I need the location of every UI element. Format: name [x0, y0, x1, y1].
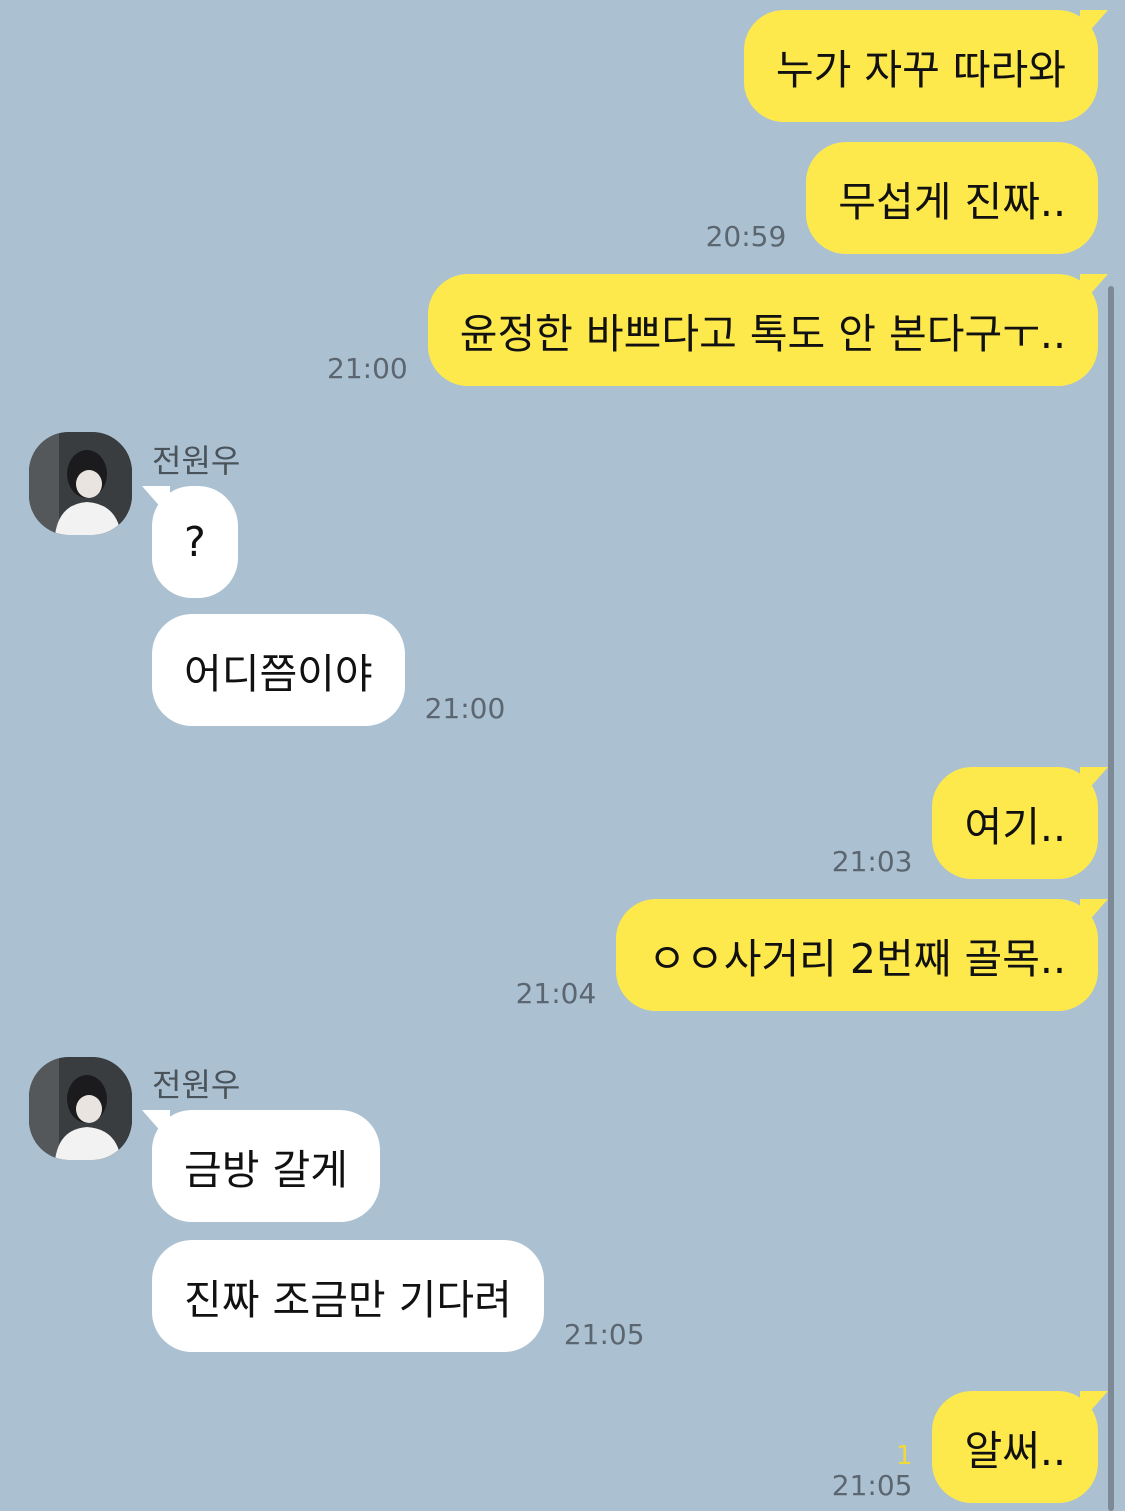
- message-text: 윤정한 바쁘다고 톡도 안 본다구ㅜ..: [459, 310, 1066, 358]
- message-text: 어디쯤이야: [184, 650, 373, 698]
- bubble-tail: [142, 486, 170, 518]
- my-message-bubble[interactable]: 윤정한 바쁘다고 톡도 안 본다구ㅜ..: [427, 274, 1108, 386]
- message-meta: 20:59: [706, 222, 787, 252]
- message-time: 21:00: [327, 352, 408, 385]
- message-time: 21:00: [424, 692, 506, 725]
- message-row: 1 21:05 알써..: [812, 1391, 1108, 1503]
- my-message-bubble[interactable]: 여기..: [932, 767, 1108, 879]
- message-row: 21:00 윤정한 바쁘다고 톡도 안 본다구ㅜ..: [307, 274, 1108, 386]
- bubble-tail: [142, 1110, 170, 1142]
- sender-name: 전원우: [152, 442, 241, 480]
- message-time: 21:04: [515, 977, 597, 1010]
- message-text: 진짜 조금만 기다려: [184, 1276, 512, 1324]
- message-row: 21:04 ㅇㅇ사거리 2번째 골목..: [496, 899, 1108, 1011]
- message-row: 21:03 여기..: [812, 767, 1108, 879]
- message-row: 20:59 무섭게 진짜..: [686, 142, 1098, 254]
- message-time: 21:05: [563, 1318, 645, 1351]
- unread-count: 1: [895, 1441, 913, 1471]
- sender-name: 전원우: [152, 1066, 241, 1104]
- message-text: ?: [184, 518, 206, 566]
- bubble-tail: [1080, 1391, 1108, 1423]
- contact-avatar[interactable]: [29, 1057, 132, 1160]
- my-message-bubble[interactable]: 무섭게 진짜..: [806, 142, 1098, 254]
- bubble-tail: [1080, 274, 1108, 306]
- my-message-bubble[interactable]: ㅇㅇ사거리 2번째 골목..: [616, 899, 1108, 1011]
- their-message-bubble[interactable]: 진짜 조금만 기다려: [152, 1240, 544, 1352]
- bubble-tail: [1080, 10, 1108, 42]
- message-meta: 21:04: [516, 979, 597, 1009]
- message-row: 어디쯤이야 21:00: [152, 614, 525, 726]
- their-message-bubble[interactable]: 어디쯤이야: [152, 614, 405, 726]
- message-text: 여기..: [964, 803, 1066, 851]
- message-text: ㅇㅇ사거리 2번째 골목..: [648, 935, 1066, 983]
- message-time: 20:59: [705, 220, 787, 253]
- my-message-bubble[interactable]: 누가 자꾸 따라와: [743, 10, 1108, 122]
- message-row: ?: [142, 486, 238, 598]
- contact-avatar[interactable]: [29, 432, 132, 535]
- profile-photo-icon: [29, 432, 132, 535]
- message-text: 무섭게 진짜..: [838, 178, 1066, 226]
- bubble-tail: [1080, 899, 1108, 931]
- message-meta: 21:05: [564, 1320, 645, 1350]
- message-meta: 21:00: [425, 694, 506, 724]
- message-row: 누가 자꾸 따라와: [743, 10, 1108, 122]
- message-text: 알써..: [964, 1427, 1066, 1475]
- message-meta: 21:03: [832, 847, 913, 877]
- chat-room[interactable]: 누가 자꾸 따라와 20:59 무섭게 진짜.. 21:00 윤정한 바쁘다고 …: [0, 0, 1125, 1511]
- message-time: 21:03: [831, 845, 913, 878]
- message-meta: 21:00: [327, 354, 408, 384]
- my-message-bubble[interactable]: 알써..: [932, 1391, 1108, 1503]
- message-text: 금방 갈게: [184, 1146, 348, 1194]
- bubble-tail: [1080, 767, 1108, 799]
- message-time: 21:05: [831, 1469, 913, 1502]
- their-message-bubble[interactable]: 금방 갈게: [142, 1110, 380, 1222]
- profile-photo-icon: [29, 1057, 132, 1160]
- their-message-bubble[interactable]: ?: [142, 486, 238, 598]
- message-row: 금방 갈게: [142, 1110, 380, 1222]
- message-text: 누가 자꾸 따라와: [775, 46, 1066, 94]
- message-row: 진짜 조금만 기다려 21:05: [152, 1240, 665, 1352]
- message-meta: 1 21:05: [832, 1441, 913, 1501]
- scrollbar[interactable]: [1108, 286, 1114, 1511]
